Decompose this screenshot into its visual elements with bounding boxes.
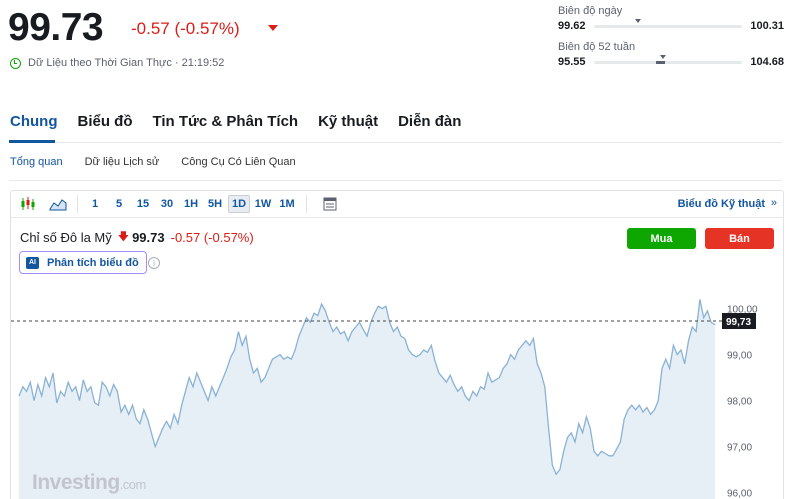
- timeframe-1m[interactable]: 1M: [276, 195, 298, 213]
- y-tick-label: 97,00: [727, 443, 752, 454]
- investing-watermark: Investing.com: [32, 471, 146, 494]
- technical-chart-link[interactable]: Biểu đồ Kỹ thuật: [678, 198, 765, 210]
- timeframe-5h[interactable]: 5H: [204, 195, 226, 213]
- day-range-label: Biên độ ngày: [558, 5, 623, 17]
- candlestick-icon[interactable]: [15, 194, 41, 214]
- subtab-historical-data[interactable]: Dữ liệu Lịch sử: [85, 156, 160, 168]
- realtime-text: Dữ Liệu theo Thời Gian Thực · 21:19:52: [28, 57, 225, 69]
- chevron-right-icon[interactable]: »: [771, 197, 777, 209]
- week52-range-high: 104.68: [750, 56, 784, 68]
- week52-range: Biên độ 52 tuần 95.55 104.68: [558, 41, 784, 68]
- tabs-divider: [9, 142, 782, 143]
- week52-range-bar: [593, 54, 743, 64]
- main-tabs: Chung Biểu đồ Tin Tức & Phân Tích Kỹ thu…: [10, 113, 481, 130]
- ai-icon: AI: [26, 256, 39, 269]
- tab-forum[interactable]: Diễn đàn: [398, 113, 461, 130]
- active-tab-underline: [9, 140, 55, 143]
- last-price-label: 99,73: [726, 317, 751, 328]
- timeframe-1d[interactable]: 1D: [228, 195, 250, 213]
- y-tick-label: 98,00: [727, 397, 752, 408]
- timeframe-30[interactable]: 30: [156, 195, 178, 213]
- instrument-header: Chỉ số Đô la Mỹ 🡇 99.73 -0.57 (-0.57%): [20, 228, 254, 247]
- day-range-bar: [593, 18, 743, 28]
- instrument-name: Chỉ số Đô la Mỹ: [20, 230, 112, 245]
- down-arrow-icon: 🡇: [117, 231, 130, 243]
- y-tick-label: 99,00: [727, 351, 752, 362]
- tab-overview[interactable]: Chung: [10, 113, 57, 130]
- day-range-low: 99.62: [558, 20, 586, 32]
- instrument-price: 99.73: [132, 230, 165, 245]
- sub-tabs: Tổng quan Dữ liệu Lịch sử Công Cụ Có Liê…: [10, 156, 318, 168]
- realtime-row: Dữ Liệu theo Thời Gian Thực · 21:19:52: [10, 57, 224, 69]
- ai-analysis-label: Phân tích biểu đồ: [47, 256, 139, 269]
- area-chart-icon[interactable]: [45, 194, 71, 214]
- timeframe-1h[interactable]: 1H: [180, 195, 202, 213]
- tab-news-analysis[interactable]: Tin Tức & Phân Tích: [152, 113, 298, 130]
- ai-analysis-button[interactable]: AI Phân tích biểu đồ: [19, 251, 147, 274]
- week52-range-marker: [660, 54, 667, 59]
- quote-price: 99.73: [8, 6, 104, 49]
- week52-range-label: Biên độ 52 tuần: [558, 41, 636, 53]
- down-arrow-icon: [268, 25, 278, 31]
- toolbar-separator: [77, 195, 78, 213]
- week52-range-low: 95.55: [558, 56, 586, 68]
- timeframe-15[interactable]: 15: [132, 195, 154, 213]
- timeframe-1[interactable]: 1: [84, 195, 106, 213]
- calendar-icon[interactable]: [317, 194, 343, 214]
- chart-widget: 1 5 15 30 1H 5H 1D 1W 1M Biểu đồ Kỹ thuậ…: [10, 190, 784, 499]
- clock-icon: [10, 57, 21, 69]
- quote-change: -0.57 (-0.57%): [131, 19, 240, 38]
- day-range: Biên độ ngày 99.62 100.31: [558, 5, 784, 32]
- info-icon[interactable]: i: [148, 257, 160, 269]
- sell-button[interactable]: Bán: [705, 228, 774, 249]
- buy-button[interactable]: Mua: [627, 228, 696, 249]
- timeframe-1w[interactable]: 1W: [252, 195, 274, 213]
- tab-chart[interactable]: Biểu đồ: [77, 113, 132, 130]
- tab-technical[interactable]: Kỹ thuật: [318, 113, 378, 130]
- price-area: [19, 299, 715, 499]
- subtab-related-tools[interactable]: Công Cụ Có Liên Quan: [181, 156, 295, 168]
- y-tick-label: 96,00: [727, 489, 752, 499]
- timeframe-5[interactable]: 5: [108, 195, 130, 213]
- sub-divider: [9, 180, 782, 181]
- chart-toolbar: 1 5 15 30 1H 5H 1D 1W 1M Biểu đồ Kỹ thuậ…: [11, 191, 783, 218]
- price-chart[interactable]: 100,0099,0098,0097,0096,0099,73: [11, 281, 784, 499]
- day-range-high: 100.31: [750, 20, 784, 32]
- subtab-summary[interactable]: Tổng quan: [10, 156, 63, 168]
- day-range-marker: [635, 18, 642, 23]
- toolbar-separator: [306, 195, 307, 213]
- week52-range-fill: [656, 60, 665, 64]
- instrument-change: -0.57 (-0.57%): [170, 230, 254, 245]
